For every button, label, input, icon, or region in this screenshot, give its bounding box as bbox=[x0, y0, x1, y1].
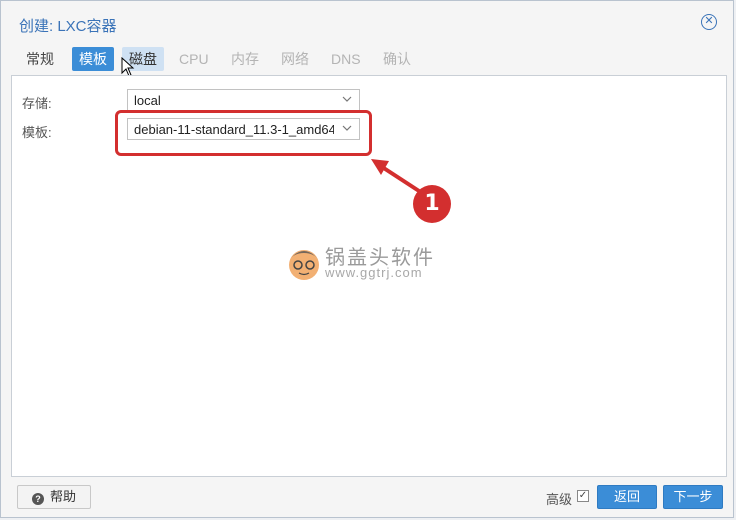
lxc-create-dialog: 创建: LXC容器 ✕ 常规 模板 磁盘 CPU 内存 网络 DNS 确认 存储… bbox=[0, 0, 734, 518]
template-label: 模板: bbox=[22, 125, 52, 140]
help-icon: ? bbox=[31, 493, 44, 505]
help-button[interactable]: ? 帮助 bbox=[17, 485, 91, 509]
watermark: 锅盖头软件 www.ggtrj.com bbox=[285, 239, 455, 289]
annotation-number-badge: 1 bbox=[413, 185, 451, 223]
advanced-label: 高级 bbox=[546, 492, 573, 507]
storage-label: 存储: bbox=[22, 96, 52, 111]
advanced-checkbox[interactable]: ✓ bbox=[577, 490, 589, 502]
close-icon[interactable]: ✕ bbox=[701, 14, 717, 30]
next-button[interactable]: 下一步 bbox=[663, 485, 723, 509]
watermark-logo-icon bbox=[289, 250, 319, 280]
tab-template[interactable]: 模板 bbox=[72, 47, 114, 71]
storage-value: local bbox=[134, 93, 161, 108]
back-button[interactable]: 返回 bbox=[597, 485, 657, 509]
title-bar: 创建: LXC容器 ✕ bbox=[1, 1, 733, 43]
tab-dns: DNS bbox=[331, 51, 361, 67]
tab-network: 网络 bbox=[281, 51, 309, 67]
help-button-label: 帮助 bbox=[49, 489, 76, 504]
tab-memory: 内存 bbox=[231, 51, 259, 67]
tab-cpu: CPU bbox=[179, 51, 209, 67]
watermark-url: www.ggtrj.com bbox=[325, 265, 423, 280]
chevron-down-icon[interactable] bbox=[341, 92, 353, 106]
mouse-cursor-icon bbox=[121, 57, 135, 77]
storage-select[interactable]: local bbox=[127, 89, 360, 111]
tab-confirm: 确认 bbox=[383, 51, 411, 67]
tab-general[interactable]: 常规 bbox=[19, 47, 61, 71]
annotation-highlight-box bbox=[115, 110, 372, 156]
dialog-title: 创建: LXC容器 bbox=[19, 18, 117, 35]
